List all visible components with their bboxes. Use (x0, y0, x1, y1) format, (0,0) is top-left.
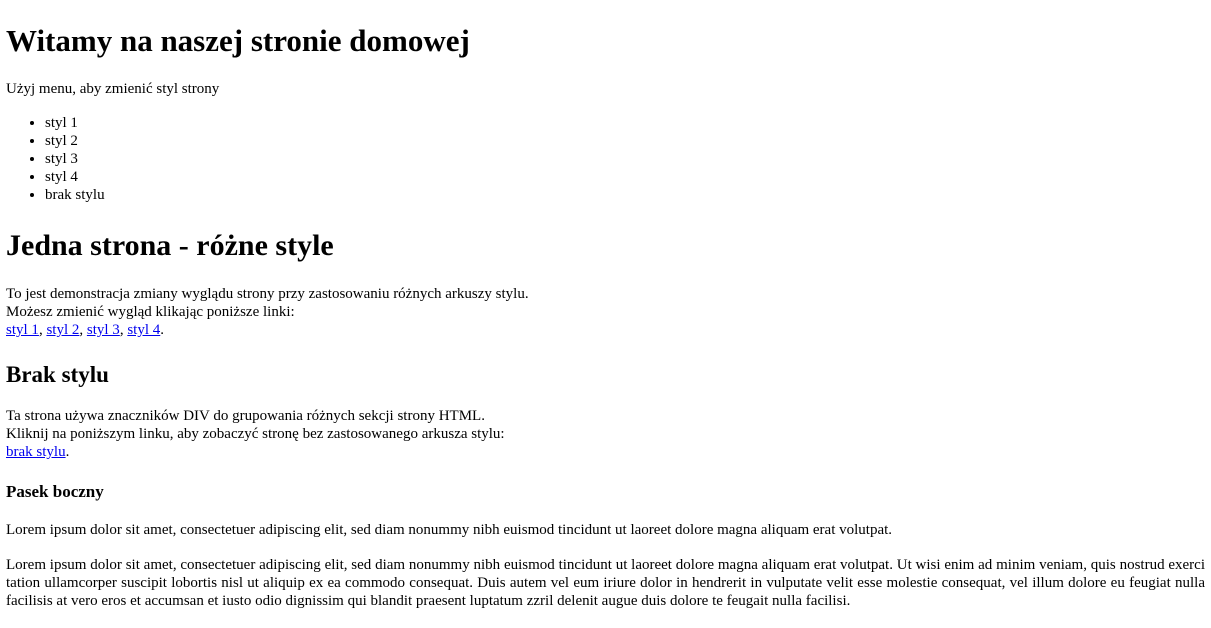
section-nostyle-line-1: Ta strona używa znaczników DIV do grupow… (6, 408, 485, 424)
style-menu: styl 1 styl 2 styl 3 styl 4 brak stylu (45, 114, 105, 204)
section-nostyle-line-2: Kliknij na poniższym linku, aby zobaczyć… (6, 426, 505, 442)
section-heading-nostyle: Brak stylu (6, 362, 109, 387)
sidebar-paragraph-1: Lorem ipsum dolor sit amet, consectetuer… (6, 522, 893, 538)
link-styl-4[interactable]: styl 4 (127, 322, 160, 338)
link-styl-3[interactable]: styl 3 (87, 322, 120, 338)
section-heading-main: Jedna strona - różne style (6, 229, 334, 262)
link-end: . (160, 322, 164, 338)
style-links: styl 1, styl 2, styl 3, styl 4. (6, 321, 1205, 339)
link-end: . (65, 444, 70, 460)
link-brak-stylu[interactable]: brak stylu (6, 444, 66, 460)
menu-item-styl-2[interactable]: styl 2 (45, 132, 105, 150)
menu-item-styl-1[interactable]: styl 1 (45, 114, 105, 132)
section-main-line-1: To jest demonstracja zmiany wyglądu stro… (6, 286, 529, 302)
nostyle-link-row: brak stylu. (6, 443, 1205, 461)
page: Witamy na naszej stronie domowej Użyj me… (0, 0, 1211, 628)
section-nostyle-text: Ta strona używa znaczników DIV do grupow… (6, 407, 1205, 461)
sidebar-heading: Pasek boczny (6, 482, 104, 501)
menu-item-brak-stylu[interactable]: brak stylu (45, 186, 105, 204)
section-main-text: To jest demonstracja zmiany wyglądu stro… (6, 285, 1205, 339)
page-title: Witamy na naszej stronie domowej (6, 23, 470, 58)
page-subtitle: Użyj menu, aby zmienić styl strony (6, 81, 220, 97)
link-styl-1[interactable]: styl 1 (6, 322, 39, 338)
section-main-line-2: Możesz zmienić wygląd klikając poniższe … (6, 304, 295, 320)
menu-item-styl-3[interactable]: styl 3 (45, 150, 105, 168)
link-styl-2[interactable]: styl 2 (46, 322, 79, 338)
link-separator: , (79, 322, 87, 338)
menu-item-styl-4[interactable]: styl 4 (45, 168, 105, 186)
sidebar-paragraph-2: Lorem ipsum dolor sit amet, consectetuer… (6, 557, 1205, 609)
